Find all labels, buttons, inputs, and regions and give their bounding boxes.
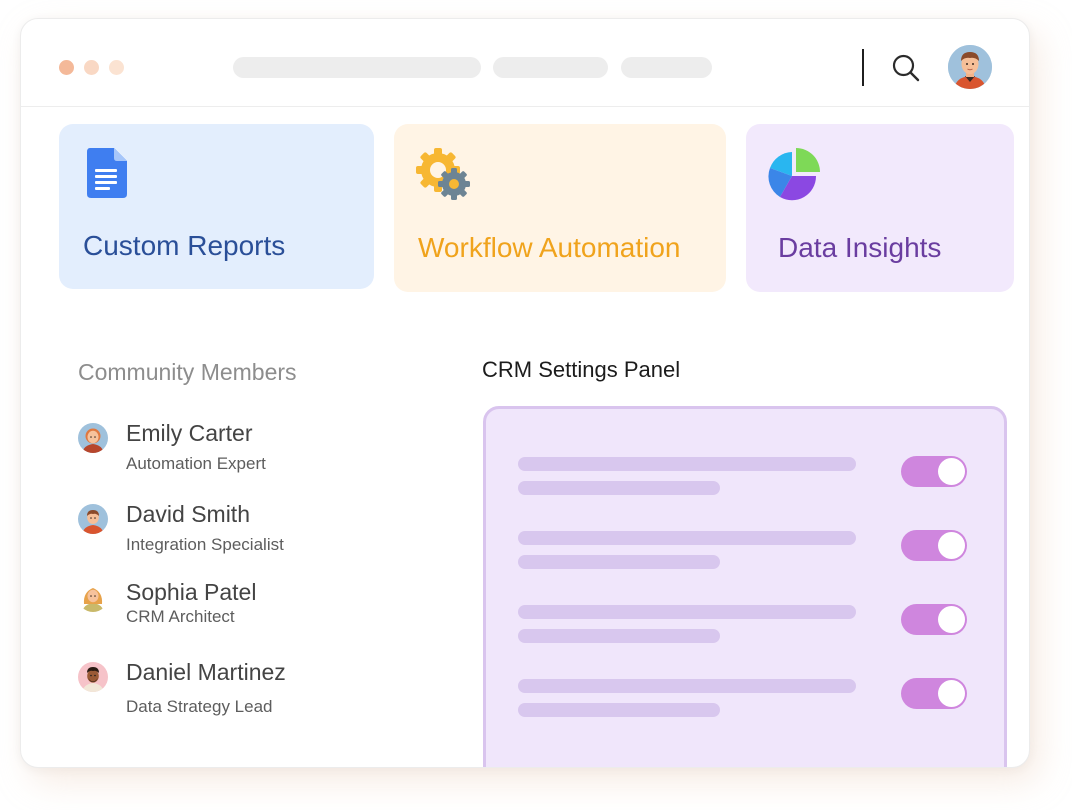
card-title: Custom Reports [83,230,286,261]
window-dot-2[interactable] [84,60,99,75]
member-item[interactable]: Sophia Patel CRM Architect [78,579,438,639]
header-divider [862,49,864,86]
setting-label-placeholder [518,531,856,545]
gears-icon [416,148,470,200]
user-avatar-icon [948,45,992,89]
user-avatar[interactable] [948,45,992,89]
card-title: Data Insights [778,232,942,263]
setting-description-placeholder [518,555,720,569]
member-name: Emily Carter [126,420,253,446]
setting-label-placeholder [518,679,856,693]
community-members-heading: Community Members [78,359,297,385]
window-dot-3[interactable] [109,60,124,75]
avatar [78,423,108,453]
avatar-icon [78,423,108,453]
setting-toggle-2[interactable] [901,530,967,561]
toggle-knob [938,680,965,707]
toggle-knob [938,458,965,485]
member-name: David Smith [126,501,250,527]
toggle-knob [938,606,965,633]
member-role: Data Strategy Lead [126,697,273,716]
window-dot-1[interactable] [59,60,74,75]
setting-label-placeholder [518,605,856,619]
member-item[interactable]: Emily Carter Automation Expert [78,420,438,480]
member-item[interactable]: David Smith Integration Specialist [78,501,438,561]
setting-description-placeholder [518,481,720,495]
pie-chart-icon [768,148,820,201]
setting-description-placeholder [518,629,720,643]
setting-row [518,604,973,647]
search-icon[interactable] [891,53,921,83]
avatar [78,662,108,692]
setting-row [518,530,973,573]
app-window: Custom Reports Workflow Automation Data … [20,18,1030,768]
avatar-icon [78,504,108,534]
avatar-icon [78,662,108,692]
card-data-insights[interactable]: Data Insights [746,124,1014,292]
setting-row [518,456,973,499]
avatar [78,504,108,534]
setting-row [518,678,973,721]
member-role: Automation Expert [126,454,266,473]
avatar-icon [78,582,108,612]
crm-settings-heading: CRM Settings Panel [482,357,681,382]
title-bar [21,19,1029,107]
setting-toggle-1[interactable] [901,456,967,487]
member-name: Sophia Patel [126,579,257,605]
card-title: Workflow Automation [418,232,681,263]
card-custom-reports[interactable]: Custom Reports [59,124,374,289]
setting-label-placeholder [518,457,856,471]
setting-toggle-4[interactable] [901,678,967,709]
toggle-knob [938,532,965,559]
setting-description-placeholder [518,703,720,717]
member-item[interactable]: Daniel Martinez Data Strategy Lead [78,659,438,719]
nav-placeholder-1 [233,57,481,78]
member-role: Integration Specialist [126,535,284,554]
member-name: Daniel Martinez [126,659,286,685]
card-workflow-automation[interactable]: Workflow Automation [394,124,726,292]
nav-placeholder-3 [621,57,712,78]
document-icon [87,148,127,198]
crm-settings-panel [483,406,1007,767]
setting-toggle-3[interactable] [901,604,967,635]
member-role: CRM Architect [126,607,235,626]
nav-placeholder-2 [493,57,608,78]
avatar [78,582,108,612]
